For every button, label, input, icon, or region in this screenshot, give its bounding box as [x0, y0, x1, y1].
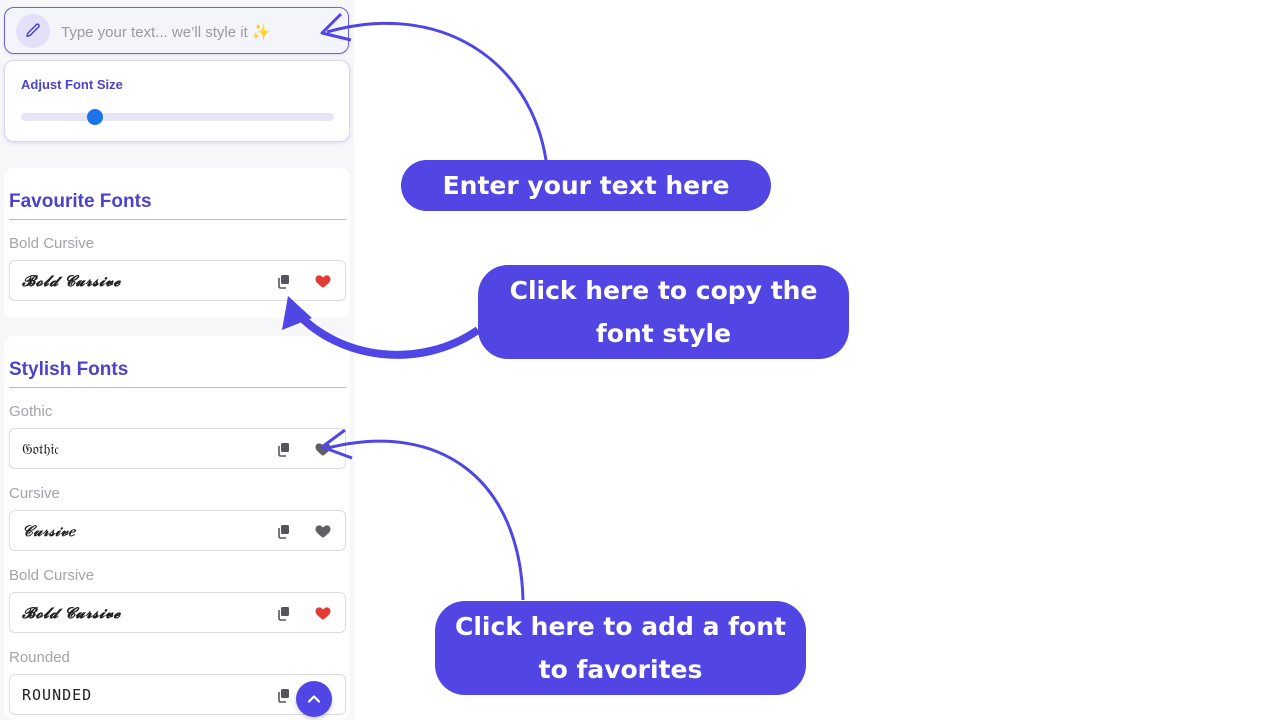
- arrow-to-input: [326, 22, 548, 161]
- font-row[interactable]: 𝓑𝓸𝓵𝓭 𝓒𝓾𝓻𝓼𝓲𝓿𝓮: [9, 260, 346, 301]
- heart-icon[interactable]: [314, 440, 332, 458]
- font-sidebar: Adjust Font Size Favourite Fonts Bold Cu…: [0, 0, 354, 720]
- callout-text: Click here to copy the: [509, 276, 818, 305]
- heart-icon[interactable]: [314, 272, 332, 290]
- font-sample: ROUNDED: [22, 686, 93, 704]
- chevron-up-icon: [307, 695, 321, 703]
- copy-icon[interactable]: [276, 441, 292, 457]
- callout-text: font style: [595, 319, 732, 348]
- font-sample: 𝓑𝓸𝓵𝓭 𝓒𝓾𝓻𝓼𝓲𝓿𝓮: [22, 604, 121, 622]
- callout-copy: Click here to copy the font style: [478, 265, 849, 359]
- copy-icon[interactable]: [276, 605, 292, 621]
- section-divider: [9, 387, 346, 388]
- section-divider: [9, 219, 346, 220]
- text-input-container[interactable]: [4, 7, 349, 54]
- pencil-icon: [16, 14, 50, 48]
- heart-icon[interactable]: [314, 604, 332, 622]
- copy-icon[interactable]: [276, 523, 292, 539]
- callout-text: to favorites: [538, 655, 703, 684]
- font-label: Bold Cursive: [9, 235, 95, 252]
- font-row[interactable]: 𝓑𝓸𝓵𝓭 𝓒𝓾𝓻𝓼𝓲𝓿𝓮: [9, 592, 346, 633]
- favourite-fonts-section: Favourite Fonts Bold Cursive 𝓑𝓸𝓵𝓭 𝓒𝓾𝓻𝓼𝓲𝓿…: [4, 168, 350, 318]
- callout-favorite: Click here to add a font to favorites: [435, 601, 806, 695]
- font-sample: 𝓑𝓸𝓵𝓭 𝓒𝓾𝓻𝓼𝓲𝓿𝓮: [22, 272, 121, 290]
- stylish-fonts-section: Stylish Fonts Gothic 𝔊𝔬𝔱𝔥𝔦𝔠 Cursive 𝒞𝓊𝓇𝓈…: [4, 336, 350, 720]
- font-sample: 𝒞𝓊𝓇𝓈𝒾𝓋𝑒: [22, 522, 76, 540]
- arrow-to-heart: [327, 439, 525, 601]
- heart-icon[interactable]: [314, 522, 332, 540]
- callout-text: Enter your text here: [442, 171, 730, 200]
- font-sample: 𝔊𝔬𝔱𝔥𝔦𝔠: [22, 440, 59, 458]
- copy-icon[interactable]: [276, 687, 292, 703]
- font-size-title: Adjust Font Size: [21, 77, 123, 92]
- text-input[interactable]: [59, 16, 323, 48]
- font-label: Cursive: [9, 485, 60, 502]
- slider-thumb[interactable]: [87, 109, 104, 125]
- stylish-fonts-title: Stylish Fonts: [9, 359, 129, 380]
- font-size-slider[interactable]: [21, 109, 334, 125]
- font-label: Rounded: [9, 649, 70, 666]
- copy-icon[interactable]: [276, 273, 292, 289]
- font-size-card: Adjust Font Size: [4, 60, 350, 142]
- callout-text: Click here to add a font: [455, 612, 786, 641]
- font-label: Bold Cursive: [9, 567, 95, 584]
- font-label: Gothic: [9, 403, 53, 420]
- scroll-to-top-button[interactable]: [296, 681, 332, 717]
- font-row[interactable]: 𝒞𝓊𝓇𝓈𝒾𝓋𝑒: [9, 510, 346, 551]
- callout-enter-text: Enter your text here: [401, 160, 771, 211]
- favourite-fonts-title: Favourite Fonts: [9, 191, 152, 212]
- font-row[interactable]: 𝔊𝔬𝔱𝔥𝔦𝔠: [9, 428, 346, 469]
